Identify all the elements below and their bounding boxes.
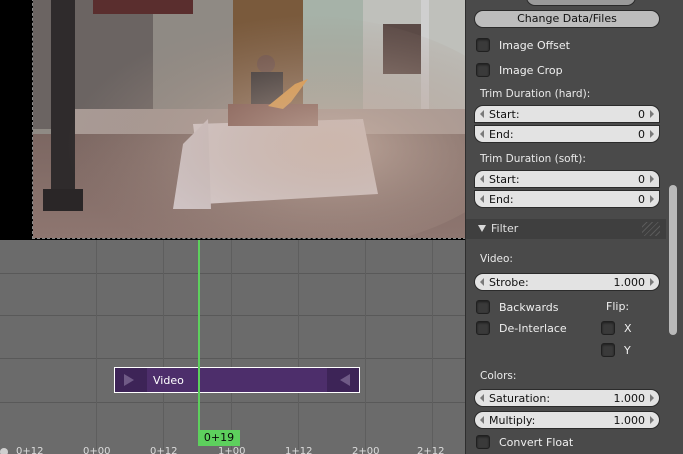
sequencer-preview	[0, 0, 465, 240]
filter-panel-header[interactable]: Filter	[466, 219, 666, 239]
ruler-tick-label: 0+12	[16, 446, 44, 454]
trim-soft-start-label: Start:	[489, 173, 520, 186]
channel-divider	[0, 315, 465, 316]
image-offset-checkbox[interactable]	[476, 38, 490, 52]
increment-arrow-icon[interactable]	[650, 110, 654, 118]
trim-hard-start-label: Start:	[489, 108, 520, 121]
trim-soft-start-field[interactable]: Start: 0	[474, 170, 660, 188]
backwards-toggle[interactable]: Backwards	[476, 299, 559, 315]
convert-float-checkbox[interactable]	[476, 435, 490, 449]
sequencer-timeline[interactable]: Video 0+19 0+12 0+00 0+12 1+00 1+12 2+00…	[0, 240, 465, 454]
trim-soft-end-label: End:	[489, 193, 514, 206]
strip-properties-panel: Change Data/Files Image Offset Image Cro…	[465, 0, 683, 454]
backwards-checkbox[interactable]	[476, 300, 490, 314]
decrement-arrow-icon[interactable]	[480, 278, 484, 286]
panel-top-button[interactable]	[526, 0, 636, 6]
increment-arrow-icon[interactable]	[650, 394, 654, 402]
flip-x-checkbox[interactable]	[601, 321, 615, 335]
convert-float-toggle[interactable]: Convert Float	[476, 434, 573, 450]
increment-arrow-icon[interactable]	[650, 130, 654, 138]
de-interlace-toggle[interactable]: De-Interlace	[476, 320, 567, 336]
strobe-label: Strobe:	[489, 276, 529, 289]
channel-divider	[0, 402, 465, 403]
collapse-triangle-icon[interactable]	[478, 225, 486, 232]
image-offset-toggle[interactable]: Image Offset	[476, 37, 570, 53]
grid-line	[432, 240, 433, 450]
decrement-arrow-icon[interactable]	[480, 110, 484, 118]
flip-y-label: Y	[624, 343, 631, 357]
ruler-tick-label: 2+12	[417, 446, 445, 454]
multiply-value: 1.000	[613, 414, 646, 427]
saturation-label: Saturation:	[489, 392, 551, 405]
right-handle-arrow-icon	[340, 374, 350, 386]
image-crop-label: Image Crop	[499, 63, 563, 77]
current-frame-badge: 0+19	[198, 430, 240, 446]
flip-y-checkbox[interactable]	[601, 343, 615, 357]
grid-line	[231, 240, 232, 450]
de-interlace-checkbox[interactable]	[476, 321, 490, 335]
strip-right-handle[interactable]	[327, 368, 359, 392]
backwards-label: Backwards	[499, 300, 559, 314]
playhead[interactable]	[198, 240, 200, 440]
decrement-arrow-icon[interactable]	[480, 394, 484, 402]
convert-float-label: Convert Float	[499, 435, 574, 449]
trim-hard-label: Trim Duration (hard):	[480, 88, 591, 100]
grid-line	[298, 240, 299, 450]
strip-label: Video	[153, 374, 184, 387]
trim-soft-end-field[interactable]: End: 0	[474, 190, 660, 208]
ruler-tick-label: 1+12	[285, 446, 313, 454]
panel-scrollbar[interactable]	[669, 185, 677, 335]
ruler-tick-label: 1+00	[218, 446, 246, 454]
increment-arrow-icon[interactable]	[650, 278, 654, 286]
grid-line	[365, 240, 366, 450]
increment-arrow-icon[interactable]	[650, 175, 654, 183]
decrement-arrow-icon[interactable]	[480, 195, 484, 203]
ruler-tick-label: 0+12	[150, 446, 178, 454]
decrement-arrow-icon[interactable]	[480, 416, 484, 424]
colors-section-label: Colors:	[480, 370, 517, 382]
trim-hard-end-field[interactable]: End: 0	[474, 125, 660, 143]
decrement-arrow-icon[interactable]	[480, 175, 484, 183]
flip-x-label: X	[624, 321, 632, 335]
image-crop-checkbox[interactable]	[476, 63, 490, 77]
trim-hard-start-field[interactable]: Start: 0	[474, 105, 660, 123]
de-interlace-label: De-Interlace	[499, 321, 567, 335]
panel-drag-grip-icon[interactable]	[642, 222, 660, 236]
channel-divider	[0, 358, 465, 359]
flip-label: Flip:	[606, 300, 630, 313]
trim-soft-start-value: 0	[638, 173, 645, 186]
video-frame	[32, 0, 465, 239]
change-data-files-button[interactable]: Change Data/Files	[474, 10, 660, 28]
video-section-label: Video:	[480, 253, 513, 265]
increment-arrow-icon[interactable]	[650, 195, 654, 203]
increment-arrow-icon[interactable]	[650, 416, 654, 424]
channel-divider	[0, 273, 465, 274]
strobe-value: 1.000	[613, 276, 646, 289]
image-crop-toggle[interactable]: Image Crop	[476, 62, 563, 78]
flip-x-toggle[interactable]: X	[601, 320, 632, 336]
multiply-label: Multiply:	[489, 414, 536, 427]
video-frame-image	[33, 0, 465, 238]
grid-line	[96, 240, 97, 450]
multiply-field[interactable]: Multiply: 1.000	[474, 411, 660, 429]
filter-header-label: Filter	[491, 222, 519, 235]
grid-line	[163, 240, 164, 450]
trim-soft-end-value: 0	[638, 193, 645, 206]
ruler-tick-label: 0+00	[83, 446, 111, 454]
image-offset-label: Image Offset	[499, 38, 570, 52]
saturation-value: 1.000	[613, 392, 646, 405]
scrollbar-handle[interactable]	[0, 448, 8, 454]
trim-hard-end-label: End:	[489, 128, 514, 141]
ruler-tick-label: 2+00	[352, 446, 380, 454]
saturation-field[interactable]: Saturation: 1.000	[474, 389, 660, 407]
strip-left-handle[interactable]	[115, 368, 147, 392]
flip-y-toggle[interactable]: Y	[601, 342, 631, 358]
video-strip[interactable]: Video	[114, 367, 360, 393]
decrement-arrow-icon[interactable]	[480, 130, 484, 138]
trim-hard-end-value: 0	[638, 128, 645, 141]
strobe-field[interactable]: Strobe: 1.000	[474, 273, 660, 291]
trim-soft-label: Trim Duration (soft):	[480, 153, 586, 165]
left-handle-arrow-icon	[124, 374, 134, 386]
trim-hard-start-value: 0	[638, 108, 645, 121]
